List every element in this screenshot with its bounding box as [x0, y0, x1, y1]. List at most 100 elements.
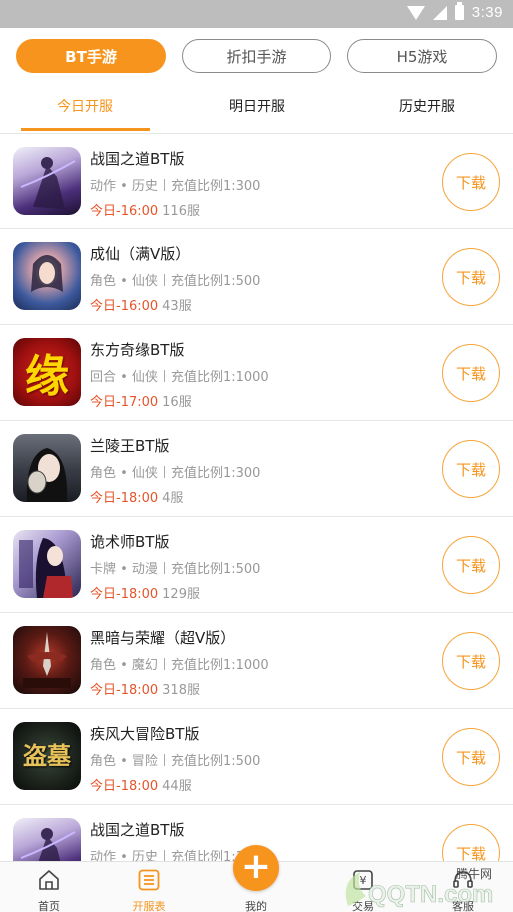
- list-item[interactable]: 诡术师BT版 卡牌 • 动漫 充值比例1:500 今日-18:00 129服 下载: [0, 517, 513, 613]
- status-bar: 3:39: [0, 0, 513, 28]
- list-item[interactable]: 盗墓 疾风大冒险BT版 角色 • 冒险 充值比例1:500 今日-18:00 44服…: [0, 709, 513, 805]
- game-open-time: 今日-16:00 43服: [90, 295, 192, 314]
- game-ratio: 充值比例1:500: [170, 274, 261, 289]
- open-time: 今日-16:00: [90, 204, 159, 219]
- game-open-time: 今日-16:00 116服: [90, 200, 200, 219]
- game-icon-warrior-purple: [13, 147, 81, 215]
- game-icon-tomb-raider: 盗墓: [13, 722, 81, 790]
- game-ratio: 充值比例1:500: [170, 754, 261, 769]
- list-item[interactable]: 兰陵王BT版 角色 • 仙侠 充值比例1:300 今日-18:00 4服 下载: [0, 421, 513, 517]
- game-name: 战国之道BT版: [90, 150, 185, 168]
- game-ratio: 充值比例1:500: [170, 562, 261, 577]
- game-meta: 回合 • 仙侠 充值比例1:1000: [90, 366, 269, 385]
- game-icon-fairy-girl: [13, 242, 81, 310]
- game-name: 诡术师BT版: [90, 533, 170, 551]
- signal-icon: [432, 5, 447, 20]
- game-meta: 角色 • 仙侠 充值比例1:300: [90, 462, 260, 481]
- watermark-logo: 腾牛网 QQTN.com: [345, 866, 494, 908]
- open-time: 今日-18:00: [90, 779, 159, 794]
- category-tab-h5[interactable]: H5游戏: [347, 39, 497, 73]
- open-time: 今日-17:00: [90, 395, 159, 410]
- game-ratio: 充值比例1:1000: [170, 658, 269, 673]
- server-number: 116服: [162, 204, 200, 219]
- game-meta: 角色 • 仙侠 充值比例1:500: [90, 270, 260, 289]
- game-tags: 卡牌 • 动漫: [90, 562, 158, 577]
- server-number: 4服: [162, 491, 184, 506]
- game-icon-warrior-purple: [13, 818, 81, 861]
- server-number: 129服: [162, 587, 200, 602]
- game-open-time: 今日-18:00 4服: [90, 487, 183, 506]
- game-ratio: 充值比例1:3: [170, 850, 244, 861]
- game-meta: 卡牌 • 动漫 充值比例1:500: [90, 558, 260, 577]
- download-button[interactable]: 下载: [442, 632, 500, 690]
- game-tags: 角色 • 冒险: [90, 754, 158, 769]
- tab-today[interactable]: 今日开服: [20, 92, 150, 132]
- game-name: 疾风大冒险BT版: [90, 725, 200, 743]
- game-name: 战国之道BT版: [90, 821, 185, 839]
- game-open-time: 今日-18:00 129服: [90, 583, 200, 602]
- download-button[interactable]: 下载: [442, 153, 500, 211]
- game-icon-masked-lady: [13, 434, 81, 502]
- game-tags: 动作 • 历史: [90, 850, 158, 861]
- game-tags: 回合 • 仙侠: [90, 370, 158, 385]
- plus-icon[interactable]: +: [233, 845, 279, 891]
- active-tab-indicator: [21, 128, 150, 131]
- game-open-time: 今日-18:00 44服: [90, 775, 192, 794]
- tab-history[interactable]: 历史开服: [362, 92, 492, 132]
- download-button[interactable]: 下载: [442, 824, 500, 861]
- download-button[interactable]: 下载: [442, 344, 500, 402]
- game-name: 东方奇缘BT版: [90, 341, 185, 359]
- game-icon-dark-sword: [13, 626, 81, 694]
- server-number: 44服: [162, 779, 192, 794]
- game-ratio: 充值比例1:300: [170, 466, 261, 481]
- server-number: 43服: [162, 299, 192, 314]
- game-tags: 动作 • 历史: [90, 179, 158, 194]
- game-ratio: 充值比例1:300: [170, 179, 261, 194]
- download-button[interactable]: 下载: [442, 248, 500, 306]
- wifi-icon: [406, 5, 425, 20]
- game-icon-glyph: 盗墓: [23, 741, 71, 770]
- server-list-icon: [138, 869, 160, 891]
- category-tabs: BT手游 折扣手游 H5游戏: [16, 39, 497, 73]
- battery-icon: [454, 2, 464, 20]
- list-item[interactable]: 黑暗与荣耀（超V版） 角色 • 魔幻 充值比例1:1000 今日-18:00 318…: [0, 613, 513, 709]
- list-item[interactable]: 成仙（满V版） 角色 • 仙侠 充值比例1:500 今日-16:00 43服 下载: [0, 229, 513, 325]
- status-time: 3:39: [471, 4, 503, 21]
- home-icon: [39, 870, 59, 890]
- game-meta: 动作 • 历史 充值比例1:300: [90, 175, 260, 194]
- download-button[interactable]: 下载: [442, 728, 500, 786]
- nav-server-list[interactable]: 开服表: [114, 862, 184, 912]
- tab-tomorrow[interactable]: 明日开服: [192, 92, 322, 132]
- game-meta: 角色 • 魔幻 充值比例1:1000: [90, 654, 269, 673]
- game-meta: 动作 • 历史 充值比例1:3: [90, 846, 244, 861]
- game-ratio: 充值比例1:1000: [170, 370, 269, 385]
- watermark-site: QQTN.com: [368, 881, 493, 908]
- nav-home[interactable]: 首页: [14, 862, 84, 912]
- game-icon-anime-girl: [13, 530, 81, 598]
- server-number: 318服: [162, 683, 200, 698]
- download-button[interactable]: 下载: [442, 440, 500, 498]
- game-name: 成仙（满V版）: [90, 245, 191, 263]
- open-time: 今日-16:00: [90, 299, 159, 314]
- nav-server-list-label: 开服表: [132, 900, 166, 912]
- list-item[interactable]: 战国之道BT版 动作 • 历史 充值比例1:300 今日-16:00 116服 下载: [0, 133, 513, 229]
- game-tags: 角色 • 仙侠: [90, 274, 158, 289]
- game-open-time: 今日-18:00 318服: [90, 679, 200, 698]
- game-server-list[interactable]: 战国之道BT版 动作 • 历史 充值比例1:300 今日-16:00 116服 下载…: [0, 133, 513, 861]
- server-date-tabs: 今日开服 明日开服 历史开服: [0, 92, 513, 132]
- open-time: 今日-18:00: [90, 587, 159, 602]
- game-open-time: 今日-17:00 16服: [90, 391, 192, 410]
- category-tab-bt[interactable]: BT手游: [16, 39, 166, 73]
- game-icon-glyph: 缘: [25, 351, 69, 402]
- nav-home-label: 首页: [38, 900, 60, 912]
- category-tab-discount[interactable]: 折扣手游: [182, 39, 331, 73]
- download-button[interactable]: 下载: [442, 536, 500, 594]
- nav-mine-label: 我的: [245, 900, 267, 912]
- game-icon-yuan-character: 缘: [13, 338, 81, 406]
- list-item[interactable]: 缘 东方奇缘BT版 回合 • 仙侠 充值比例1:1000 今日-17:00 16服 …: [0, 325, 513, 421]
- game-name: 黑暗与荣耀（超V版）: [90, 629, 236, 647]
- watermark-brand: 腾牛网: [456, 866, 492, 881]
- server-number: 16服: [162, 395, 192, 410]
- game-name: 兰陵王BT版: [90, 437, 170, 455]
- game-meta: 角色 • 冒险 充值比例1:500: [90, 750, 260, 769]
